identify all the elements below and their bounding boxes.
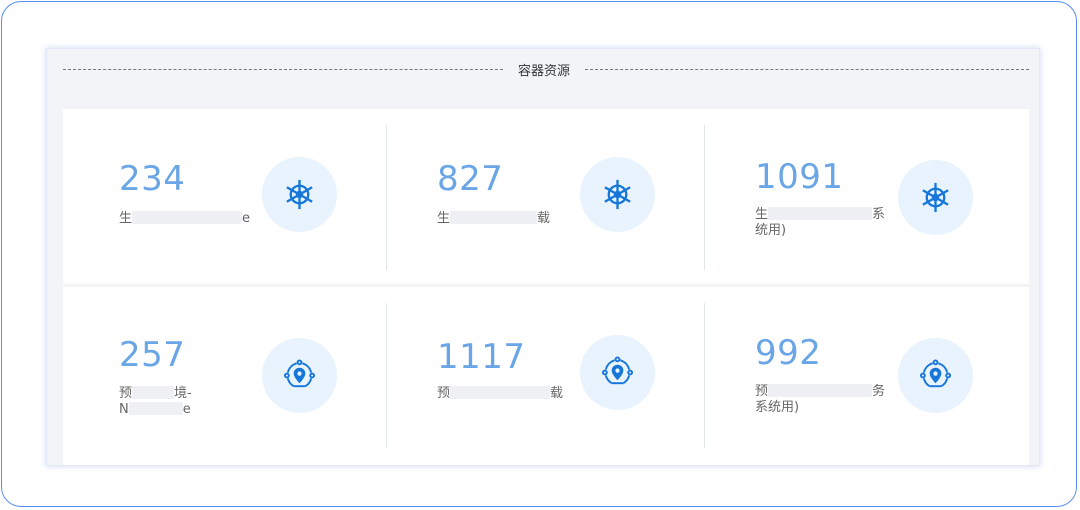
stat-label: 生系 统用) [755, 207, 886, 238]
stat-label: 生e [119, 211, 251, 226]
icon-badge [580, 335, 655, 410]
stat-label: 预务 系统用) [755, 384, 886, 415]
stats-row-production: 234 生e 827 生 载 1091 生 系 统用) [63, 109, 1029, 287]
stat-card[interactable]: 827 生载 [381, 109, 699, 287]
stat-value: 992 [755, 333, 822, 373]
helm-wheel-icon [922, 182, 949, 213]
stats-row-staging: 257 预境- Ne 1117 预 载 992 预 务 系统用) [63, 287, 1029, 465]
location-network-icon [601, 356, 634, 385]
stat-label: 预载 [437, 386, 564, 401]
icon-badge [898, 338, 973, 413]
icon-badge [262, 338, 337, 413]
stat-card[interactable]: 234 生e [63, 109, 381, 287]
stat-card[interactable]: 1117 预载 [381, 287, 699, 465]
section-header: 容器资源 [63, 59, 1029, 79]
stat-value: 234 [119, 159, 186, 199]
outer-frame: 容器资源 234 生e 827 生 载 1091 生 系 统用) 257 预 境… [1, 1, 1077, 507]
stat-card[interactable]: 992 预务 系统用) [699, 287, 1017, 465]
stat-value: 257 [119, 335, 186, 375]
stat-card[interactable]: 1091 生系 统用) [699, 109, 1017, 287]
stat-card[interactable]: 257 预境- Ne [63, 287, 381, 465]
stat-value: 1091 [755, 157, 844, 197]
stat-label: 生载 [437, 211, 551, 226]
stats-grid: 234 生e 827 生 载 1091 生 系 统用) 257 预 境- N e… [63, 109, 1029, 465]
container-resources-panel: 容器资源 234 生e 827 生 载 1091 生 系 统用) 257 预 境… [46, 48, 1040, 466]
divider-left [63, 69, 503, 70]
section-title: 容器资源 [517, 64, 570, 79]
helm-wheel-icon [286, 179, 313, 210]
location-network-icon [919, 359, 952, 388]
stat-label: 预境- Ne [119, 386, 192, 417]
icon-badge [262, 157, 337, 232]
divider-right [585, 69, 1029, 70]
helm-wheel-icon [604, 179, 631, 210]
stat-value: 827 [437, 159, 504, 199]
stat-value: 1117 [437, 337, 526, 377]
icon-badge [580, 157, 655, 232]
location-network-icon [283, 359, 316, 388]
icon-badge [898, 160, 973, 235]
